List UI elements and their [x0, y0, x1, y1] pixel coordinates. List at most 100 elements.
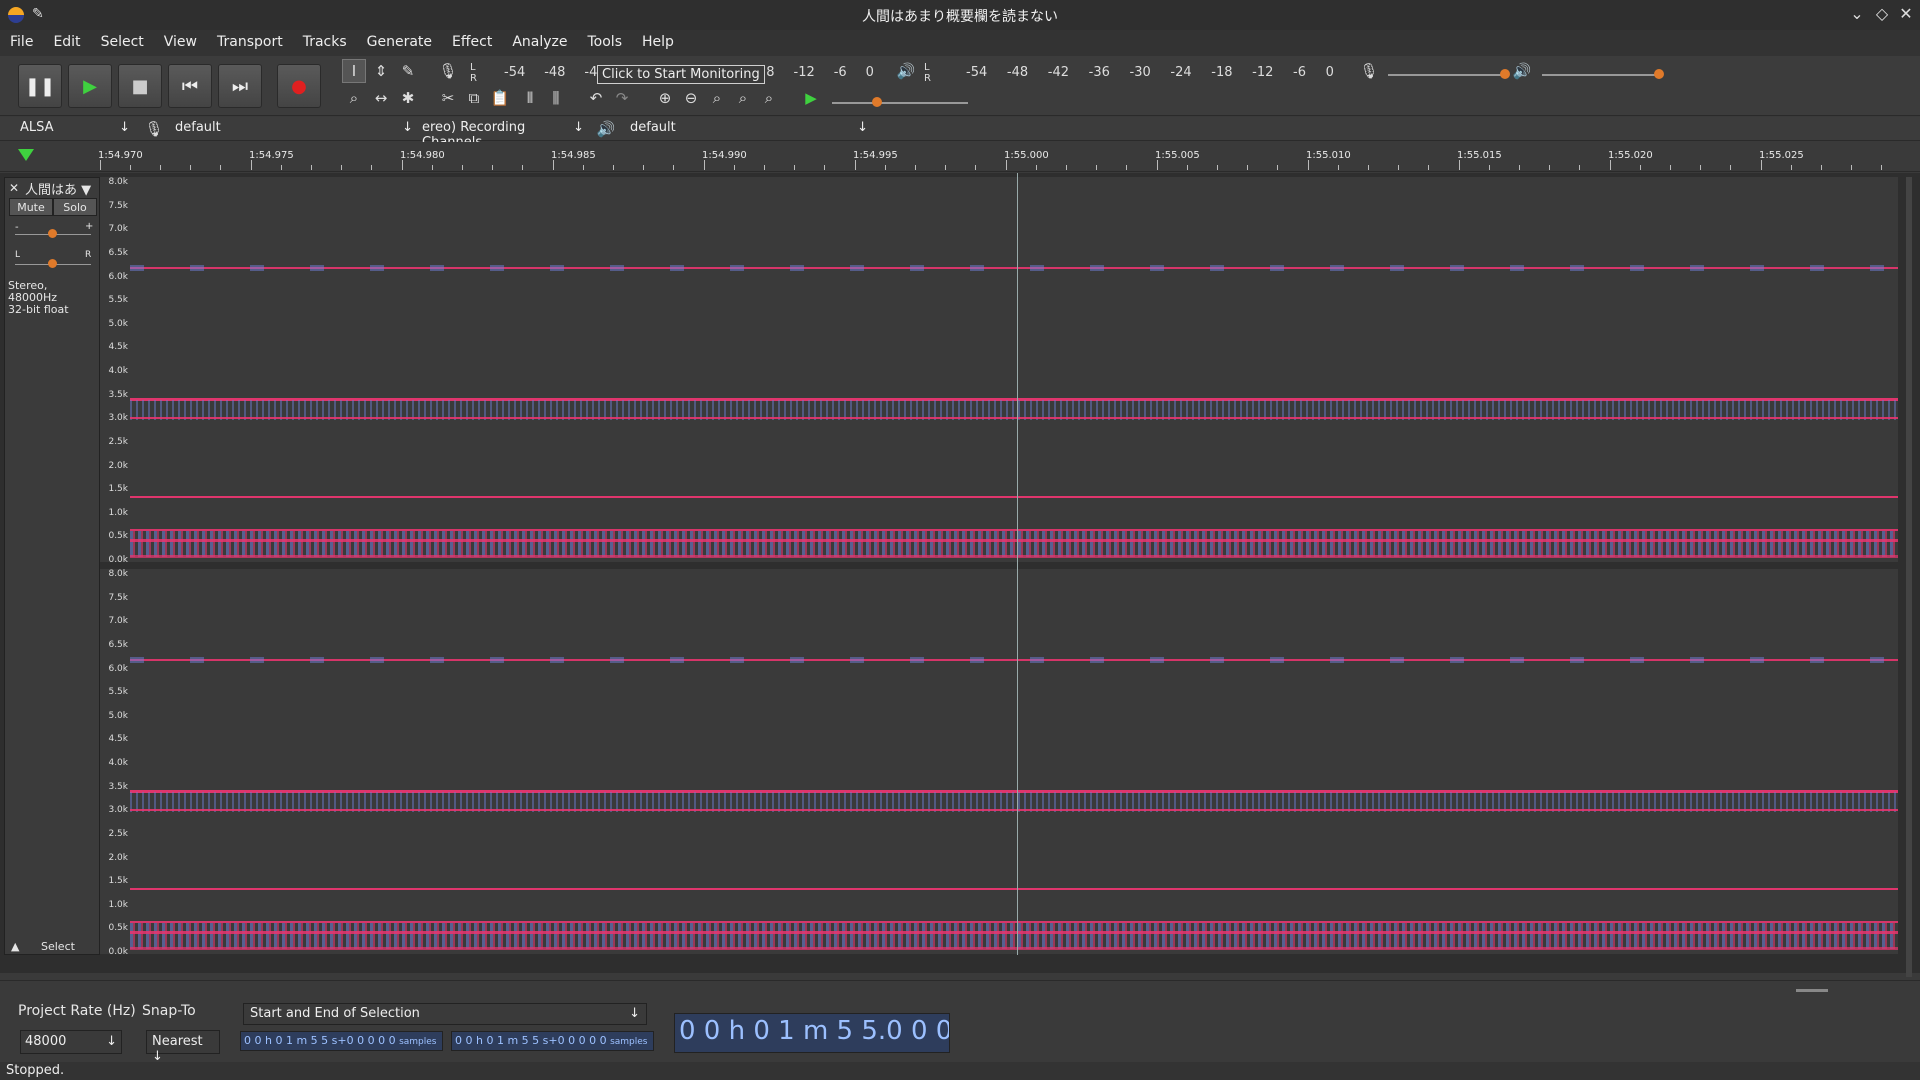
project-rate-input[interactable]: 48000 ↓: [20, 1030, 122, 1054]
trim-icon[interactable]: ⫴: [518, 86, 542, 110]
redo-icon[interactable]: ↷: [610, 86, 634, 110]
ruler-tick: [553, 160, 554, 170]
select-track-button[interactable]: Select: [41, 940, 75, 953]
menu-help[interactable]: Help: [632, 30, 684, 50]
timeline-ruler[interactable]: 1:54.970 1:54.975 1:54.980 1:54.985 1:54.990…: [0, 142, 1920, 172]
selection-tool-icon[interactable]: I: [342, 59, 366, 83]
record-button[interactable]: ●: [277, 64, 321, 108]
snap-to-label: Snap-To: [142, 1003, 196, 1019]
record-volume-slider[interactable]: [1388, 74, 1508, 76]
fit-project-icon[interactable]: ⌕: [731, 86, 755, 110]
selection-start-time[interactable]: 0 0 h 0 1 m 5 5 s+0 0 0 0 0 samples: [240, 1031, 443, 1051]
menu-bar: File Edit Select View Transport Tracks Generat…: [0, 30, 1920, 56]
toolbar-grip[interactable]: [1796, 989, 1828, 992]
ruler-tick: [492, 165, 493, 170]
frequency-label: 4.0k: [108, 366, 128, 376]
stop-button[interactable]: ■: [118, 64, 162, 108]
ruler-tick: [1277, 165, 1278, 170]
pan-knob[interactable]: [48, 259, 57, 268]
menu-select[interactable]: Select: [91, 30, 154, 50]
spectrogram-band: [130, 931, 1898, 934]
toolbars: ❚❚ ▶ ■ ⏮ ⏭ ● I ⇕ ✎ ⌕ ↔ ✱ 🎙 L R -54 -48 -…: [0, 56, 1920, 116]
title-bar: ✎ 人間はあまり概要欄を読まない ⌄ ◇ ✕: [0, 0, 1920, 30]
recording-channels-select[interactable]: ereo) Recording Channels↓: [422, 120, 586, 150]
ruler-tick: [160, 165, 161, 170]
host-select[interactable]: ALSA ↓: [20, 120, 132, 138]
playback-volume-slider[interactable]: [1542, 74, 1662, 76]
play-speed-slider[interactable]: [832, 102, 968, 104]
frequency-label: 8.0k: [108, 569, 128, 579]
menu-effect[interactable]: Effect: [442, 30, 502, 50]
menu-tracks[interactable]: Tracks: [293, 30, 357, 50]
ruler-tick: [855, 160, 856, 170]
envelope-tool-icon[interactable]: ⇕: [369, 59, 393, 83]
menu-generate[interactable]: Generate: [357, 30, 442, 50]
frequency-label: 4.5k: [108, 342, 128, 353]
menu-transport[interactable]: Transport: [207, 30, 293, 50]
zoom-out-icon[interactable]: ⊖: [679, 86, 703, 110]
zoom-in-icon[interactable]: ⊕: [653, 86, 677, 110]
snap-to-select[interactable]: Nearest ↓: [146, 1030, 220, 1064]
multi-tool-icon[interactable]: ✱: [396, 86, 420, 110]
ruler-tick: [341, 165, 342, 170]
audio-position-time[interactable]: 0 0 h 0 1 m 5 5.0 0 0 s: [674, 1013, 950, 1053]
zoom-tool-icon[interactable]: ⌕: [342, 86, 366, 110]
track-name-menu[interactable]: 人間はあ ▼: [25, 179, 97, 197]
menu-file[interactable]: File: [0, 30, 43, 50]
menu-edit[interactable]: Edit: [43, 30, 90, 50]
undo-icon[interactable]: ↶: [584, 86, 608, 110]
menu-tools[interactable]: Tools: [578, 30, 633, 50]
ruler-tick: [1489, 165, 1490, 170]
spectrogram-left-channel[interactable]: [130, 177, 1898, 562]
minimize-icon[interactable]: ⌄: [1846, 4, 1868, 23]
draw-tool-icon[interactable]: ✎: [396, 59, 420, 83]
record-device-select[interactable]: default ↓: [175, 120, 415, 138]
playback-device-speaker-icon: 🔊: [596, 120, 616, 138]
record-meter-mic-icon[interactable]: 🎙: [436, 59, 460, 83]
close-icon[interactable]: ✕: [1895, 4, 1917, 23]
maximize-icon[interactable]: ◇: [1871, 4, 1893, 23]
frequency-label: 7.0k: [108, 616, 128, 627]
zoom-toggle-icon[interactable]: ⌕: [757, 86, 781, 110]
ruler-tick: [1398, 165, 1399, 170]
play-at-speed-icon[interactable]: ▶: [799, 86, 823, 110]
playback-meter[interactable]: L R -54 -48 -42 -36 -30 -24 -18 -12 -6 0: [924, 62, 1334, 84]
skip-start-button[interactable]: ⏮: [168, 64, 212, 108]
play-button[interactable]: ▶: [68, 64, 112, 108]
solo-button[interactable]: Solo: [53, 198, 97, 216]
record-volume-mic-icon: 🎙: [1359, 62, 1379, 80]
menu-analyze[interactable]: Analyze: [502, 30, 577, 50]
record-volume-knob[interactable]: [1500, 69, 1510, 79]
play-speed-knob[interactable]: [872, 97, 882, 107]
gain-knob[interactable]: [48, 229, 57, 238]
silence-icon[interactable]: ⫼: [544, 86, 568, 110]
playback-volume-knob[interactable]: [1654, 69, 1664, 79]
frequency-label: 0.5k: [108, 923, 128, 934]
close-track-icon[interactable]: ✕: [9, 181, 19, 195]
selection-mode-select[interactable]: Start and End of Selection ↓: [243, 1003, 647, 1025]
mute-button[interactable]: Mute: [9, 198, 53, 216]
timeshift-tool-icon[interactable]: ↔: [369, 86, 393, 110]
fit-selection-icon[interactable]: ⌕: [705, 86, 729, 110]
pause-button[interactable]: ❚❚: [18, 64, 62, 108]
copy-icon[interactable]: ⧉: [462, 86, 486, 110]
play-head-triangle-icon[interactable]: [18, 149, 34, 161]
vertical-scrollbar[interactable]: [1906, 177, 1912, 977]
selection-end-time[interactable]: 0 0 h 0 1 m 5 5 s+0 0 0 0 0 samples: [451, 1031, 654, 1051]
frequency-label: 3.5k: [108, 389, 128, 400]
frequency-label: 6.5k: [108, 639, 128, 650]
ruler-tick: [643, 165, 644, 170]
frequency-axis-top: 8.0k 7.5k 7.0k 6.5k 6.0k 5.5k 5.0k 4.5k 4.0k 3.5k…: [100, 177, 130, 565]
spectrogram-right-channel[interactable]: [130, 569, 1898, 954]
frequency-label: 0.0k: [108, 555, 128, 565]
ruler-tick: [945, 165, 946, 170]
frequency-label: 6.0k: [108, 271, 128, 282]
paste-icon[interactable]: 📋: [488, 86, 512, 110]
playback-device-select[interactable]: default ↓: [630, 120, 870, 138]
skip-end-button[interactable]: ⏭: [218, 64, 262, 108]
collapse-track-icon[interactable]: ▲: [11, 940, 19, 953]
playback-meter-speaker-icon[interactable]: 🔊: [894, 59, 918, 83]
ruler-tick: [1670, 165, 1671, 170]
cut-icon[interactable]: ✂: [436, 86, 460, 110]
menu-view[interactable]: View: [154, 30, 207, 50]
